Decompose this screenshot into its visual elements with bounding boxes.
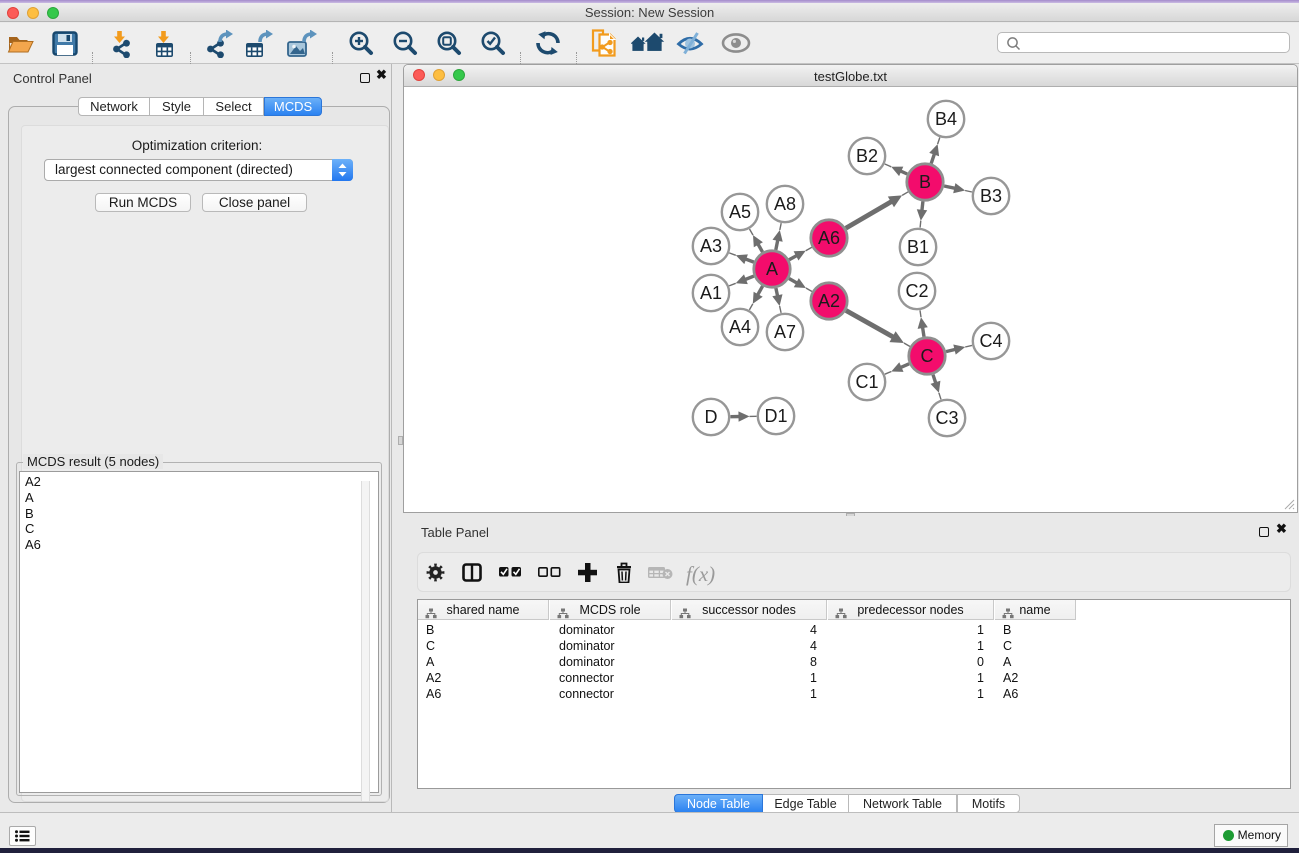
svg-text:f(x): f(x) [686,562,715,586]
svg-text:B2: B2 [856,146,878,166]
svg-text:D: D [705,407,718,427]
svg-text:B3: B3 [980,186,1002,206]
svg-text:A2: A2 [818,291,840,311]
svg-text:C2: C2 [905,281,928,301]
svg-text:A: A [766,259,778,279]
svg-text:A1: A1 [700,283,722,303]
svg-text:D1: D1 [764,406,787,426]
svg-text:C: C [921,346,934,366]
svg-text:A4: A4 [729,317,751,337]
svg-text:A6: A6 [818,228,840,248]
svg-text:C4: C4 [979,331,1002,351]
svg-text:A5: A5 [729,202,751,222]
svg-text:B1: B1 [907,237,929,257]
svg-text:B: B [919,172,931,192]
svg-text:A3: A3 [700,236,722,256]
svg-text:A7: A7 [774,322,796,342]
svg-text:C3: C3 [935,408,958,428]
svg-text:B4: B4 [935,109,957,129]
svg-text:A8: A8 [774,194,796,214]
svg-text:C1: C1 [855,372,878,392]
